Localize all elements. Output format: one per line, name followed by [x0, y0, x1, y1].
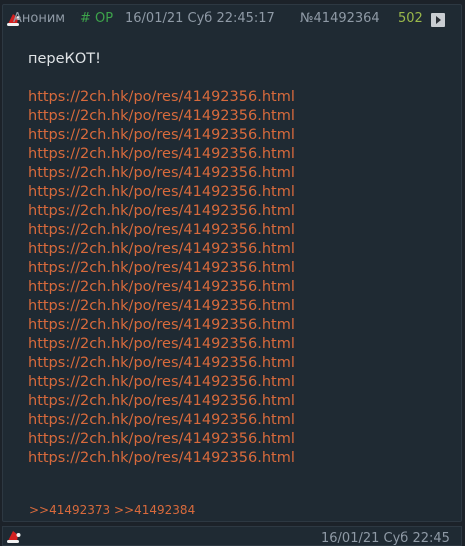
play-triangle-icon — [436, 16, 441, 24]
post-body: переКОТ! https://2ch.hk/po/res/41492356.… — [28, 50, 448, 468]
post-number[interactable]: №41492364 — [300, 5, 380, 33]
thread-link[interactable]: https://2ch.hk/po/res/41492356.html — [28, 430, 448, 449]
next-post-header: 16/01/21 Суб 22:45 — [2, 526, 462, 546]
thread-link[interactable]: https://2ch.hk/po/res/41492356.html — [28, 411, 448, 430]
thread-link[interactable]: https://2ch.hk/po/res/41492356.html — [28, 107, 448, 126]
thread-link[interactable]: https://2ch.hk/po/res/41492356.html — [28, 316, 448, 335]
author-name[interactable]: Аноним — [13, 5, 65, 33]
post: Аноним # OP 16/01/21 Суб 22:45:17 №41492… — [2, 4, 462, 522]
link-list: https://2ch.hk/po/res/41492356.html http… — [28, 88, 448, 468]
thread-link[interactable]: https://2ch.hk/po/res/41492356.html — [28, 373, 448, 392]
post-header: Аноним # OP 16/01/21 Суб 22:45:17 №41492… — [3, 5, 461, 33]
reply-link[interactable]: >>41492384 — [114, 503, 195, 517]
thread-link[interactable]: https://2ch.hk/po/res/41492356.html — [28, 354, 448, 373]
thread-link[interactable]: https://2ch.hk/po/res/41492356.html — [28, 278, 448, 297]
thread-link[interactable]: https://2ch.hk/po/res/41492356.html — [28, 164, 448, 183]
thread-link[interactable]: https://2ch.hk/po/res/41492356.html — [28, 392, 448, 411]
post-date: 16/01/21 Суб 22:45:17 — [125, 11, 275, 26]
santa-hat-icon — [7, 531, 21, 543]
thread-link[interactable]: https://2ch.hk/po/res/41492356.html — [28, 259, 448, 278]
expand-button[interactable] — [431, 13, 445, 27]
reply-refs: >>41492373 >>41492384 — [29, 503, 195, 517]
thread-link[interactable]: https://2ch.hk/po/res/41492356.html — [28, 221, 448, 240]
reply-link[interactable]: >>41492373 — [29, 503, 110, 517]
thread-link[interactable]: https://2ch.hk/po/res/41492356.html — [28, 202, 448, 221]
thread-link[interactable]: https://2ch.hk/po/res/41492356.html — [28, 449, 448, 468]
op-badge: # OP — [80, 11, 114, 26]
thread-link[interactable]: https://2ch.hk/po/res/41492356.html — [28, 335, 448, 354]
thread-link[interactable]: https://2ch.hk/po/res/41492356.html — [28, 126, 448, 145]
reply-count: 502 — [398, 11, 423, 26]
thread-link[interactable]: https://2ch.hk/po/res/41492356.html — [28, 297, 448, 316]
thread-link[interactable]: https://2ch.hk/po/res/41492356.html — [28, 183, 448, 202]
thread-link[interactable]: https://2ch.hk/po/res/41492356.html — [28, 240, 448, 259]
post-text: переКОТ! — [28, 51, 101, 67]
next-post-date: 16/01/21 Суб 22:45 — [321, 531, 450, 546]
thread-link[interactable]: https://2ch.hk/po/res/41492356.html — [28, 88, 448, 107]
thread-link[interactable]: https://2ch.hk/po/res/41492356.html — [28, 145, 448, 164]
